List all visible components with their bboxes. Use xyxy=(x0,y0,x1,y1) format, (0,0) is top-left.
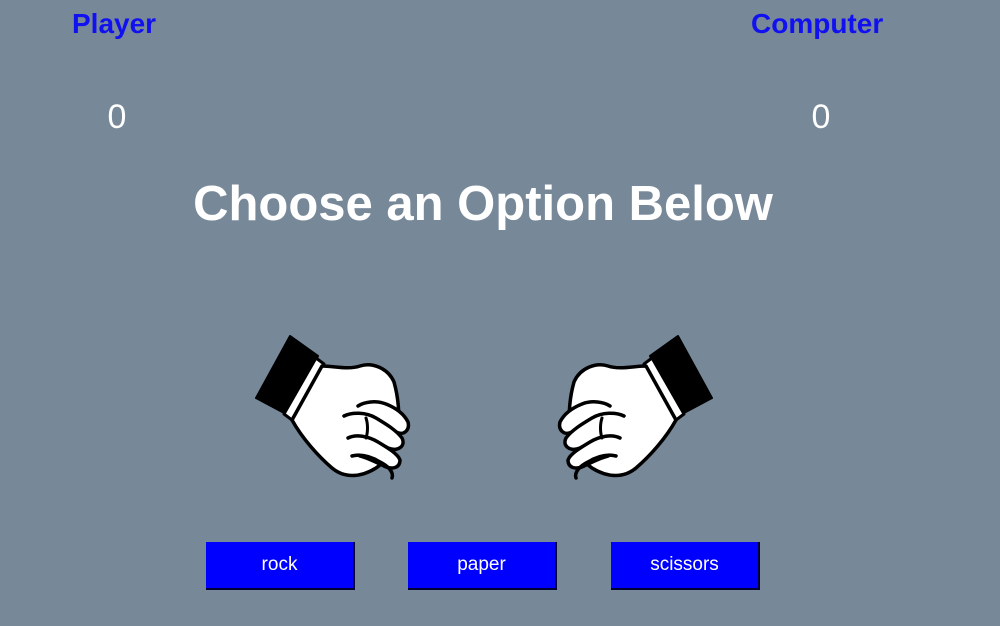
game-message: Choose an Option Below xyxy=(193,177,773,231)
player-score: 0 xyxy=(107,98,127,136)
fist-drawing xyxy=(557,335,713,480)
scissors-button[interactable]: scissors xyxy=(611,542,760,590)
rock-button[interactable]: rock xyxy=(206,542,355,590)
fist-drawing xyxy=(255,335,411,480)
computer-fist-icon xyxy=(557,335,713,480)
computer-score-label: Computer xyxy=(751,8,884,39)
player-score-label: Player xyxy=(72,8,157,39)
paper-button[interactable]: paper xyxy=(408,542,557,590)
computer-score: 0 xyxy=(811,98,831,136)
player-fist-icon xyxy=(255,335,411,480)
